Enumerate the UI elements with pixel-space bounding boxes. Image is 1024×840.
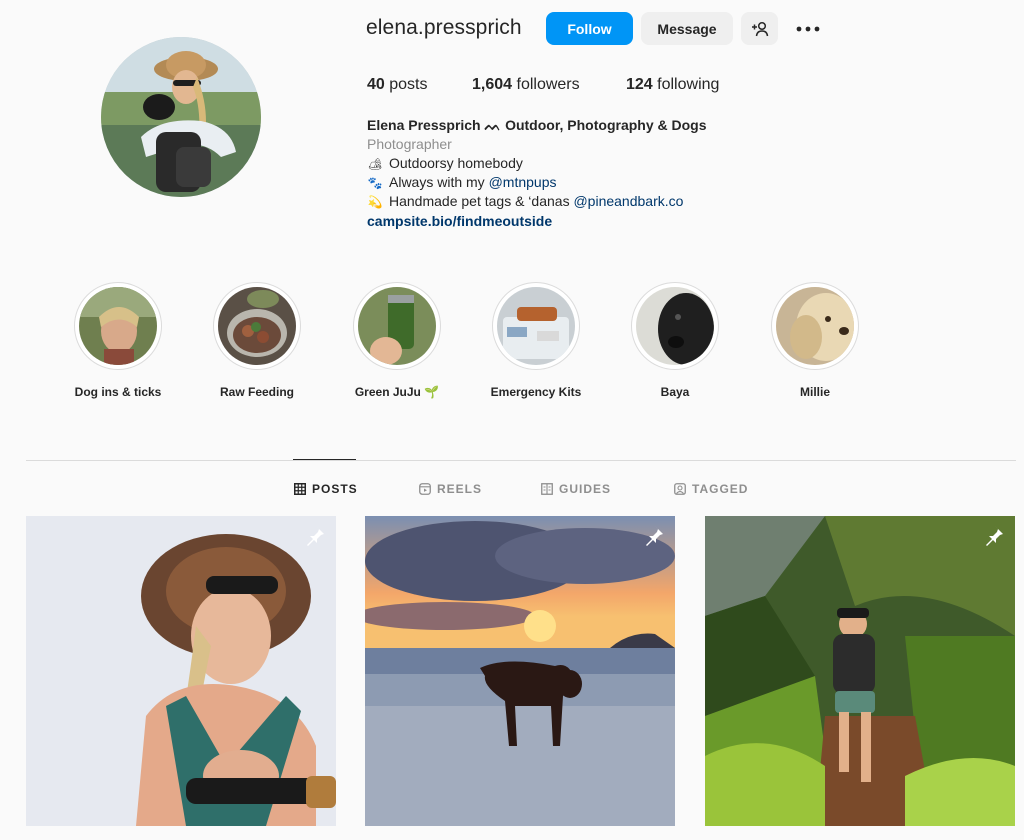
- dizzy-emoji-icon: 💫: [367, 195, 383, 209]
- posts-count: 40: [367, 76, 385, 93]
- tab-guides[interactable]: GUIDES: [541, 480, 611, 498]
- reels-icon: [419, 483, 431, 495]
- suggested-accounts-button[interactable]: [741, 12, 778, 45]
- username: elena.pressprich: [366, 16, 522, 39]
- tab-reels[interactable]: REELS: [419, 480, 482, 498]
- bio-text: Outdoorsy homebody: [389, 155, 523, 171]
- message-button[interactable]: Message: [641, 12, 733, 45]
- posts-stat: 40 posts: [367, 76, 428, 94]
- tab-label: TAGGED: [692, 482, 749, 496]
- bio-line: 🐾 Always with my @mtnpups: [367, 173, 557, 193]
- post-thumbnail[interactable]: [26, 516, 336, 826]
- highlight-label: Raw Feeding: [219, 385, 294, 399]
- highlight-label: Green JuJu 🌱: [354, 385, 440, 399]
- tab-label: POSTS: [312, 482, 358, 496]
- story-highlight[interactable]: Raw Feeding: [197, 282, 317, 399]
- more-options-button[interactable]: [790, 12, 826, 45]
- bio-text: Always with my: [389, 174, 489, 190]
- pinned-icon: [307, 526, 324, 546]
- highlight-label: Emergency Kits: [490, 385, 582, 399]
- story-highlight[interactable]: Dog ins & ticks: [58, 282, 178, 399]
- camping-emoji-icon: 🏕: [367, 157, 383, 171]
- tabs-divider: [26, 460, 1016, 461]
- story-highlight[interactable]: Baya: [615, 282, 735, 399]
- tagged-icon: [674, 483, 686, 495]
- highlight-cover-image: [776, 287, 854, 365]
- post-thumbnail[interactable]: [705, 516, 1015, 826]
- bio-website-link[interactable]: campsite.bio/findmeoutside: [367, 212, 552, 231]
- following-stat[interactable]: 124 following: [626, 76, 719, 94]
- bio-line: 🏕 Outdoorsy homebody: [367, 154, 523, 174]
- paw-emoji-icon: 🐾: [367, 176, 383, 190]
- post-thumbnail[interactable]: [365, 516, 675, 826]
- active-tab-indicator: [293, 459, 356, 460]
- highlight-cover-image: [358, 287, 436, 365]
- following-label: following: [657, 76, 720, 93]
- tab-posts[interactable]: POSTS: [294, 480, 358, 498]
- follow-button[interactable]: Follow: [546, 12, 633, 45]
- highlight-cover-image: [218, 287, 296, 365]
- posts-label: posts: [389, 76, 428, 93]
- story-highlight[interactable]: Millie: [755, 282, 875, 399]
- highlight-cover-image: [497, 287, 575, 365]
- pinned-icon: [986, 526, 1003, 546]
- followers-stat[interactable]: 1,604 followers: [472, 76, 580, 94]
- mention-link[interactable]: @pineandbark.co: [573, 193, 683, 209]
- followers-count: 1,604: [472, 76, 513, 93]
- grid-icon: [294, 483, 306, 495]
- highlight-label: Dog ins & ticks: [74, 385, 162, 399]
- profile-avatar[interactable]: [101, 37, 261, 197]
- pinned-icon: [646, 526, 663, 546]
- mention-link[interactable]: @mtnpups: [489, 174, 557, 190]
- tab-label: GUIDES: [559, 482, 612, 496]
- tab-label: REELS: [437, 482, 483, 496]
- add-person-icon: [751, 21, 768, 36]
- guides-icon: [541, 483, 553, 495]
- story-highlight[interactable]: Emergency Kits: [476, 282, 596, 399]
- bio-category: Photographer: [367, 136, 452, 152]
- story-highlight[interactable]: Green JuJu 🌱: [337, 282, 457, 399]
- highlight-cover-image: [79, 287, 157, 365]
- bio-text: Handmade pet tags & ‘danas: [389, 193, 574, 209]
- bio-line: 💫 Handmade pet tags & ‘danas @pineandbark…: [367, 192, 684, 212]
- highlight-cover-image: [636, 287, 714, 365]
- followers-label: followers: [516, 76, 580, 93]
- highlight-label: Millie: [799, 385, 830, 399]
- tab-tagged[interactable]: TAGGED: [674, 480, 748, 498]
- highlight-label: Baya: [660, 385, 690, 399]
- more-dots-icon: [796, 26, 820, 31]
- bio-full-name: Elena Pressprich ᨓ Outdoor, Photography …: [367, 117, 707, 133]
- following-count: 124: [626, 76, 653, 93]
